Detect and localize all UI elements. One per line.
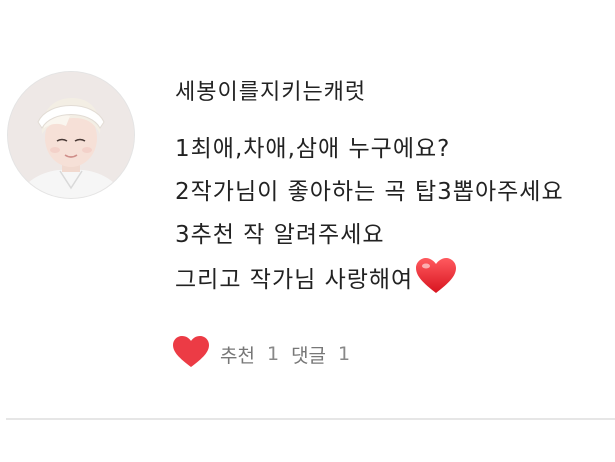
comment-line-text: 그리고 작가님 사랑해여 (175, 267, 414, 293)
comment-line-with-emoji: 그리고 작가님 사랑해여 (175, 257, 605, 310)
author-name[interactable]: 세봉이를지키는캐럿 (175, 74, 366, 106)
reply-button[interactable]: 댓글 (291, 341, 326, 368)
comment-body: 1최애,차애,삼애 누구에요? 2작가님이 좋아하는 곡 탑3뽑아주세요 3추천… (175, 128, 605, 310)
recommend-button[interactable]: 추천 (220, 341, 255, 368)
heart-icon[interactable] (172, 335, 210, 373)
comment-line: 3추천 작 알려주세요 (175, 222, 385, 248)
reply-count: 1 (338, 343, 351, 365)
avatar[interactable] (8, 72, 134, 198)
comment-card: 세봉이를지키는캐럿 1최애,차애,삼애 누구에요? 2작가님이 좋아하는 곡 탑… (0, 0, 615, 462)
heart-icon (415, 257, 457, 310)
comment-line: 2작가님이 좋아하는 곡 탑3뽑아주세요 (175, 179, 564, 205)
comment-line: 1최애,차애,삼애 누구에요? (175, 136, 451, 162)
comment-actions: 추천 1 댓글 1 (172, 334, 362, 374)
divider (6, 418, 615, 420)
recommend-count: 1 (266, 343, 280, 365)
avatar-image (8, 72, 134, 198)
